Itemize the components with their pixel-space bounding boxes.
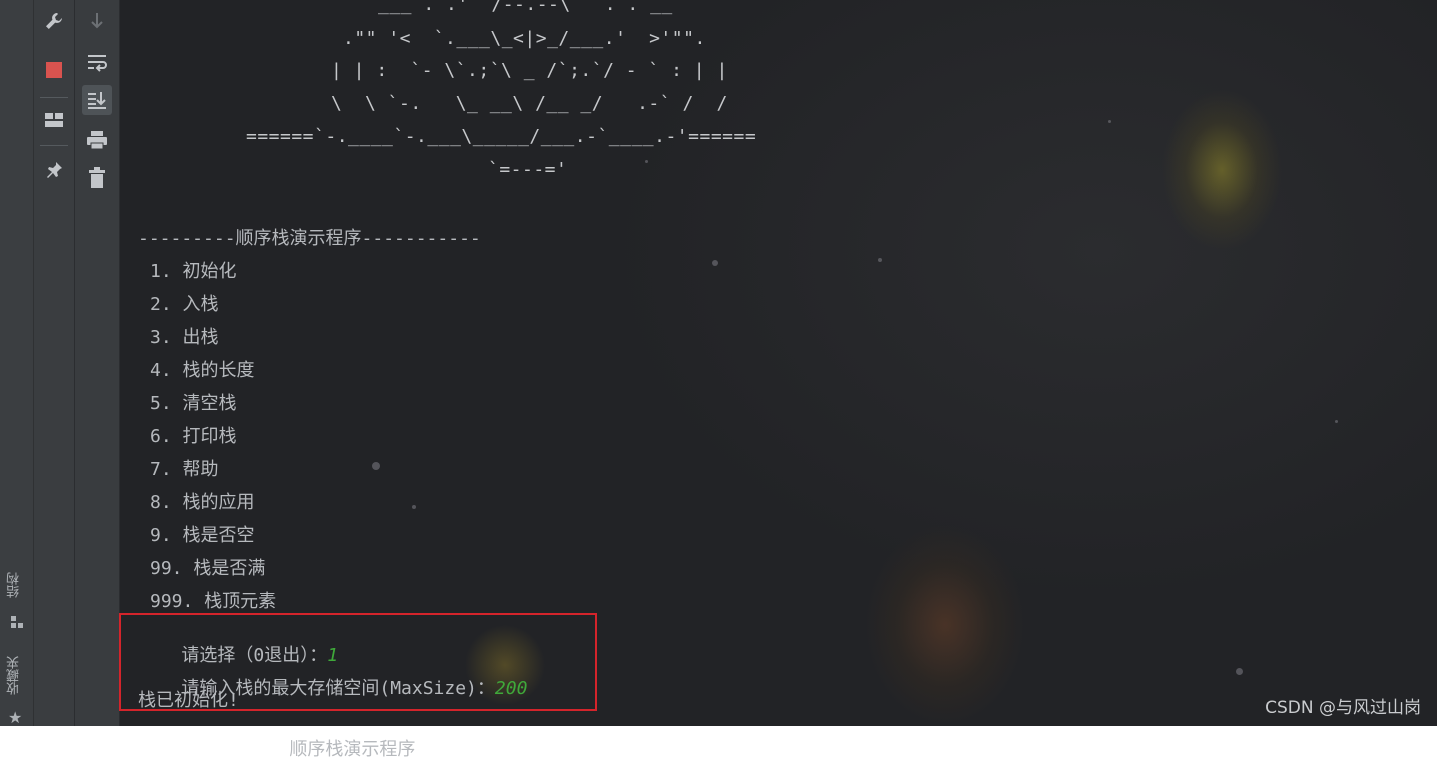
scroll-to-end-button[interactable] (82, 85, 112, 115)
star (1108, 120, 1111, 123)
structure-tab-label[interactable]: 结构 (5, 572, 24, 598)
trash-icon (88, 167, 106, 189)
structure-icon (10, 614, 24, 633)
soft-wrap-icon (86, 52, 108, 72)
ascii-art-line: `=---=' (488, 159, 568, 180)
scroll-to-end-icon (86, 89, 108, 111)
star (712, 260, 718, 266)
menu-item: 3. 出栈 (150, 327, 219, 348)
menu-item: 4. 栈的长度 (150, 360, 255, 381)
menu-item: 5. 清空栈 (150, 393, 237, 414)
menu-item: 2. 入栈 (150, 294, 219, 315)
menu-title: ---------顺序栈演示程序----------- (138, 228, 481, 249)
pin-icon (44, 160, 64, 180)
ascii-art-line: \ \ `-. \_ __\ /__ _/ .-` / / (331, 93, 728, 114)
pin-button[interactable] (39, 155, 69, 185)
stop-icon (45, 61, 63, 79)
print-icon (86, 130, 108, 150)
menu-item: 999. 栈顶元素 (150, 591, 277, 612)
menu-item: 99. 栈是否满 (150, 558, 266, 579)
star (1335, 420, 1338, 423)
ascii-art-line: | | : `- \`.;`\ _ /`;.`/ - ` : | | (331, 60, 728, 81)
highlight-box (119, 613, 597, 711)
settings-button[interactable] (39, 6, 69, 36)
star (372, 462, 380, 470)
ascii-art-line: ___ . .' /--.--\ . . __ (378, 0, 673, 15)
toolbar-separator (40, 145, 68, 146)
layout-icon (44, 111, 64, 129)
menu-item: 8. 栈的应用 (150, 492, 255, 513)
star (412, 505, 416, 509)
clear-all-button[interactable] (82, 163, 112, 193)
menu-item: 9. 栈是否空 (150, 525, 255, 546)
wrench-icon (43, 10, 65, 32)
favorites-tab-label[interactable]: 收藏夹 (5, 656, 24, 695)
run-toolbar (34, 0, 75, 726)
print-button[interactable] (82, 125, 112, 155)
ascii-art-line: ."" '< `.___\_<|>_/___.' >'"". (343, 28, 706, 49)
stop-button[interactable] (39, 55, 69, 85)
star (878, 258, 882, 262)
star-icon: ★ (8, 708, 23, 727)
left-tool-window-bar: 结构 收藏夹 ★ (0, 0, 34, 727)
next-menu-title-text: 顺序栈演示程序 (289, 739, 416, 760)
soft-wrap-button[interactable] (82, 47, 112, 77)
menu-item: 7. 帮助 (150, 459, 219, 480)
layout-button[interactable] (39, 105, 69, 135)
ascii-art-line: ======`-.____`-.___\_____/___.-`____.-'=… (246, 126, 757, 147)
toolbar-separator (40, 97, 68, 98)
menu-item: 6. 打印栈 (150, 426, 237, 447)
scroll-down-arrow-icon (89, 11, 105, 31)
down-button[interactable] (82, 6, 112, 36)
next-menu-title-partial: 顺序栈演示程序 (246, 714, 415, 782)
watermark: CSDN @与风过山岗 (1265, 698, 1421, 718)
menu-item: 1. 初始化 (150, 261, 237, 282)
star (645, 160, 648, 163)
star (1236, 668, 1243, 675)
console-toolbar (75, 0, 120, 726)
